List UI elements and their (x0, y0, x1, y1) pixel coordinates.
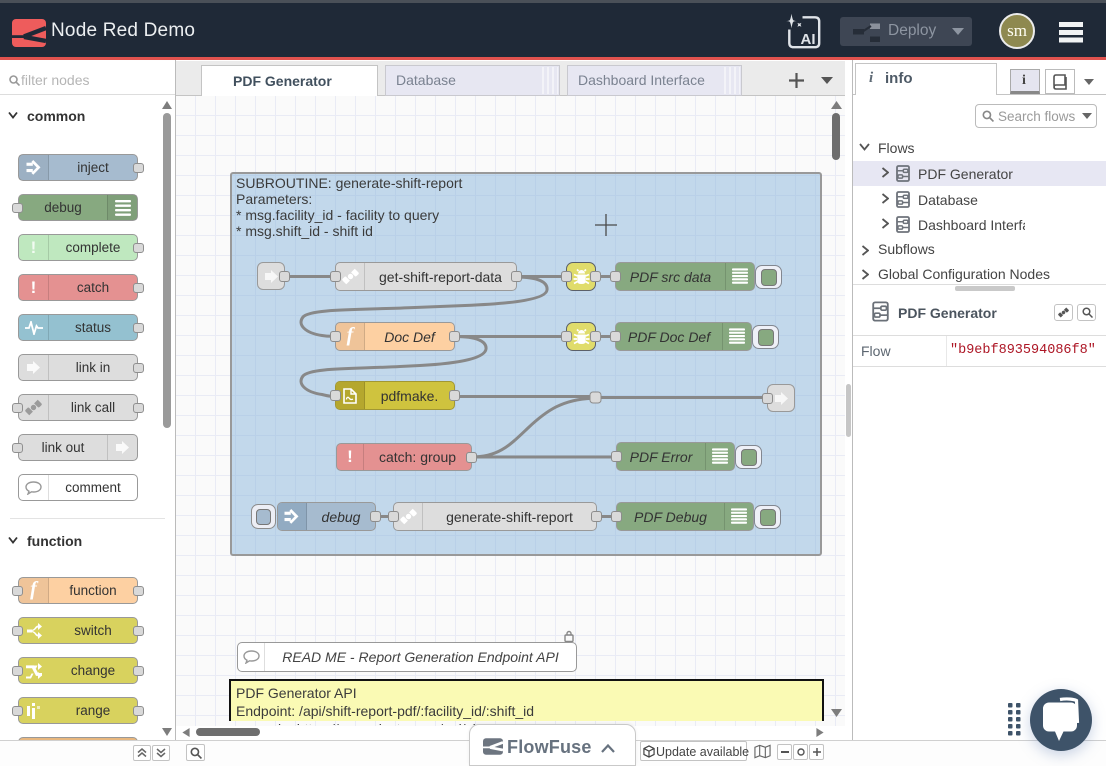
svg-text:AI: AI (801, 31, 816, 48)
